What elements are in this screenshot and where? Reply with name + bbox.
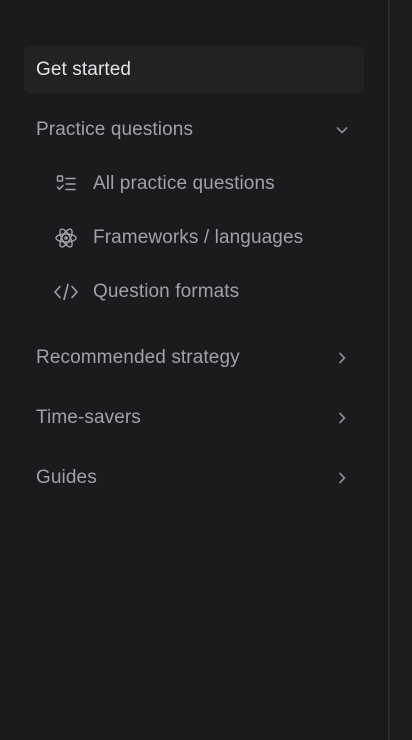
- code-icon: [50, 280, 82, 304]
- sidebar-nav: Get started Practice questions All pract…: [0, 0, 388, 740]
- chevron-right-icon[interactable]: [334, 350, 350, 366]
- sidebar-section-label: Practice questions: [36, 119, 194, 140]
- sidebar-item-question-formats[interactable]: Question formats: [50, 270, 364, 314]
- checklist-icon: [50, 172, 82, 196]
- app-window: Get started Practice questions All pract…: [0, 0, 412, 740]
- sidebar-item-frameworks-languages[interactable]: Frameworks / languages: [50, 216, 364, 260]
- chevron-right-icon[interactable]: [334, 410, 350, 426]
- sidebar-item-label: Question formats: [93, 281, 240, 302]
- sidebar-section-guides[interactable]: Guides: [24, 454, 364, 502]
- sidebar-section-label: Time-savers: [36, 407, 141, 428]
- content-edge: [390, 0, 412, 740]
- sidebar-item-all-practice-questions[interactable]: All practice questions: [50, 162, 364, 206]
- sidebar-section-label: Recommended strategy: [36, 347, 240, 368]
- sidebar-section-time-savers[interactable]: Time-savers: [24, 394, 364, 442]
- sidebar-item-label: Frameworks / languages: [93, 227, 304, 248]
- sidebar-section-label: Guides: [36, 467, 97, 488]
- chevron-right-icon[interactable]: [334, 470, 350, 486]
- sidebar-item-label: All practice questions: [93, 173, 275, 194]
- sidebar-section-recommended-strategy[interactable]: Recommended strategy: [24, 334, 364, 382]
- atom-icon: [50, 226, 82, 250]
- sidebar-item-get-started[interactable]: Get started: [24, 46, 364, 94]
- sidebar-item-label: Get started: [36, 59, 132, 80]
- sidebar-section-practice-questions[interactable]: Practice questions: [24, 106, 364, 154]
- chevron-down-icon[interactable]: [334, 122, 350, 138]
